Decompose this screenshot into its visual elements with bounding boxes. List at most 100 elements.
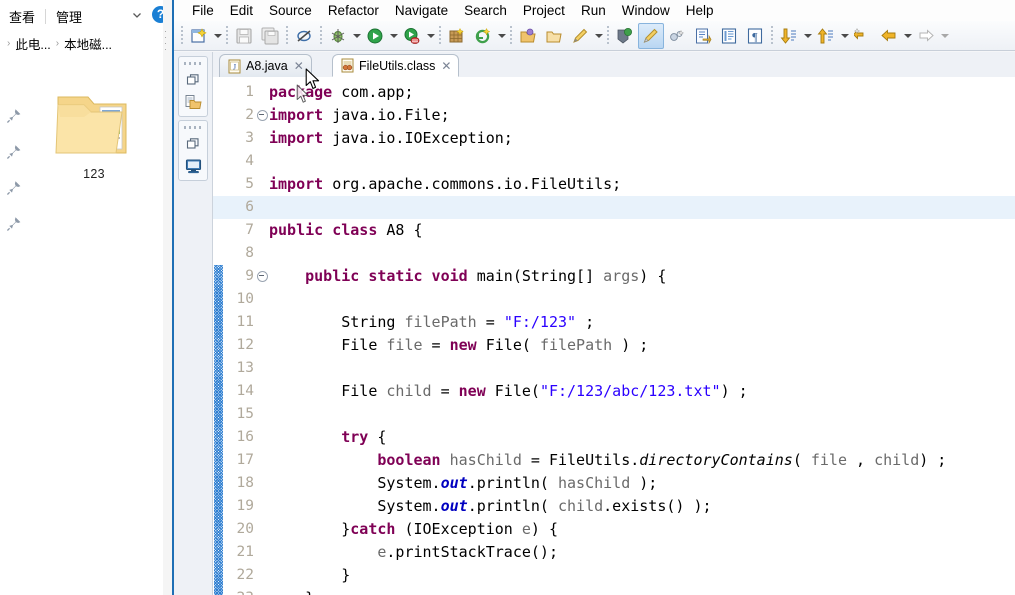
- dropdown-arrow-icon[interactable]: [593, 24, 604, 48]
- code-line[interactable]: 4: [213, 150, 1015, 173]
- restore-icon[interactable]: [179, 69, 207, 91]
- explorer-splitter-grip[interactable]: · · · ·: [164, 27, 170, 54]
- new-java-project-icon[interactable]: [444, 23, 470, 49]
- restore-icon[interactable]: [179, 133, 207, 155]
- package-explorer-icon[interactable]: [179, 91, 207, 113]
- pin-icon[interactable]: [5, 143, 25, 165]
- code-line[interactable]: 11 String filePath = "F:/123" ;: [213, 311, 1015, 334]
- ribbon-tab-manage[interactable]: 管理: [47, 5, 91, 28]
- code-line[interactable]: 19 System.out.println( child.exists() );: [213, 495, 1015, 518]
- back-icon[interactable]: [876, 23, 902, 49]
- dropdown-arrow-icon[interactable]: [351, 24, 362, 48]
- code-line[interactable]: 9 public static void main(String[] args)…: [213, 265, 1015, 288]
- code-line[interactable]: 17 boolean hasChild = FileUtils.director…: [213, 449, 1015, 472]
- toolbar-separator: [439, 25, 441, 46]
- pin-icon[interactable]: [5, 107, 25, 129]
- dropdown-arrow-icon[interactable]: [839, 24, 850, 48]
- pin-icon[interactable]: [5, 179, 25, 201]
- svg-text:¶: ¶: [752, 29, 758, 43]
- list-item[interactable]: 123: [46, 85, 142, 181]
- quick-fix-icon[interactable]: [567, 23, 593, 49]
- link-with-editor-icon[interactable]: [664, 23, 690, 49]
- tab-label: A8.java: [246, 59, 288, 73]
- toolbar-separator: [510, 25, 512, 46]
- code-line[interactable]: 22 }: [213, 564, 1015, 587]
- dropdown-arrow-icon[interactable]: [425, 24, 436, 48]
- code-line[interactable]: 10: [213, 288, 1015, 311]
- stack-grip[interactable]: [184, 124, 202, 131]
- chevron-down-icon[interactable]: [130, 9, 144, 23]
- pilcrow-icon[interactable]: ¶: [742, 23, 768, 49]
- line-number: 22: [236, 567, 254, 583]
- open-task-icon[interactable]: [541, 23, 567, 49]
- skip-all-breakpoints-icon[interactable]: [291, 23, 317, 49]
- previous-annotation-up-icon[interactable]: [813, 23, 839, 49]
- breadcrumb-item-this-pc[interactable]: 此电...: [15, 34, 50, 53]
- code-line[interactable]: 23 }: [213, 587, 1015, 595]
- next-annotation-icon[interactable]: [690, 23, 716, 49]
- dropdown-arrow-icon[interactable]: [496, 24, 507, 48]
- tab-a8-java[interactable]: J A8.java ✕: [219, 54, 312, 77]
- menu-navigate[interactable]: Navigate: [387, 2, 456, 19]
- explorer-address-bar[interactable]: › 此电... › 本地磁...: [0, 30, 172, 74]
- code-line[interactable]: 5 import org.apache.commons.io.FileUtils;: [213, 173, 1015, 196]
- fold-collapse-icon[interactable]: [257, 104, 268, 127]
- stack-grip[interactable]: [184, 60, 202, 67]
- code-line[interactable]: 12 File file = new File( filePath ) ;: [213, 334, 1015, 357]
- open-type-icon[interactable]: [515, 23, 541, 49]
- close-icon[interactable]: ✕: [441, 60, 451, 72]
- show-whitespace-icon[interactable]: [716, 23, 742, 49]
- menu-window[interactable]: Window: [614, 2, 678, 19]
- menu-help[interactable]: Help: [678, 2, 722, 19]
- coverage-icon[interactable]: [399, 23, 425, 49]
- code-line[interactable]: 20 }catch (IOException e) {: [213, 518, 1015, 541]
- code-line[interactable]: 15: [213, 403, 1015, 426]
- code-editor[interactable]: 1 package com.app; 2 import java.io.File; 3 i…: [213, 77, 1015, 595]
- toggle-mark-occurrences-icon[interactable]: [638, 22, 664, 49]
- code-line[interactable]: 3 import java.io.IOException;: [213, 127, 1015, 150]
- line-number: 9: [245, 268, 254, 284]
- menu-search[interactable]: Search: [456, 2, 515, 19]
- line-number: 10: [236, 291, 254, 307]
- console-icon[interactable]: [179, 155, 207, 177]
- code-line[interactable]: 16 try {: [213, 426, 1015, 449]
- next-annotation-down-icon[interactable]: [776, 23, 802, 49]
- dropdown-arrow-icon[interactable]: [388, 24, 399, 48]
- dropdown-arrow-icon[interactable]: [902, 24, 913, 48]
- code-line[interactable]: 21 e.printStackTrace();: [213, 541, 1015, 564]
- explorer-vertical-scrollbar[interactable]: [163, 0, 172, 595]
- menu-project[interactable]: Project: [515, 2, 573, 19]
- code-line[interactable]: 2 import java.io.File;: [213, 104, 1015, 127]
- code-line[interactable]: 13: [213, 357, 1015, 380]
- dropdown-arrow-icon[interactable]: [802, 24, 813, 48]
- code-line[interactable]: 8: [213, 242, 1015, 265]
- code-line[interactable]: 6: [213, 196, 1015, 219]
- save-icon: [231, 23, 257, 49]
- new-package-icon[interactable]: [470, 23, 496, 49]
- pin-icon[interactable]: [5, 215, 25, 237]
- debug-icon[interactable]: [325, 23, 351, 49]
- code-line-text: e.printStackTrace();: [377, 543, 558, 561]
- menu-refactor[interactable]: Refactor: [320, 2, 387, 19]
- search-icon[interactable]: [612, 23, 638, 49]
- last-edit-location-icon[interactable]: [850, 23, 876, 49]
- code-line[interactable]: 1 package com.app;: [213, 81, 1015, 104]
- code-line-text: }: [269, 566, 351, 584]
- ribbon-tab-view[interactable]: 查看: [0, 5, 44, 28]
- menu-run[interactable]: Run: [573, 2, 614, 19]
- breadcrumb-item-local-disk[interactable]: 本地磁...: [64, 34, 112, 53]
- code-line[interactable]: 14 File child = new File("F:/123/abc/123…: [213, 380, 1015, 403]
- code-line[interactable]: 7 public class A8 {: [213, 219, 1015, 242]
- new-wizard-icon[interactable]: [186, 23, 212, 49]
- menu-file[interactable]: File: [184, 2, 222, 19]
- line-number: 17: [236, 452, 254, 468]
- fold-collapse-icon[interactable]: [257, 265, 268, 288]
- dropdown-arrow-icon[interactable]: [212, 24, 223, 48]
- run-icon[interactable]: [362, 23, 388, 49]
- code-line[interactable]: 18 System.out.println( hasChild );: [213, 472, 1015, 495]
- close-icon[interactable]: ✕: [294, 60, 304, 72]
- menu-edit[interactable]: Edit: [222, 2, 261, 19]
- screen: 查看 管理 ? › 此电... › 本地磁... 123 · · · · Fil…: [0, 0, 1015, 595]
- menu-source[interactable]: Source: [261, 2, 320, 19]
- tab-fileutils-class[interactable]: FileUtils.class ✕: [332, 54, 460, 77]
